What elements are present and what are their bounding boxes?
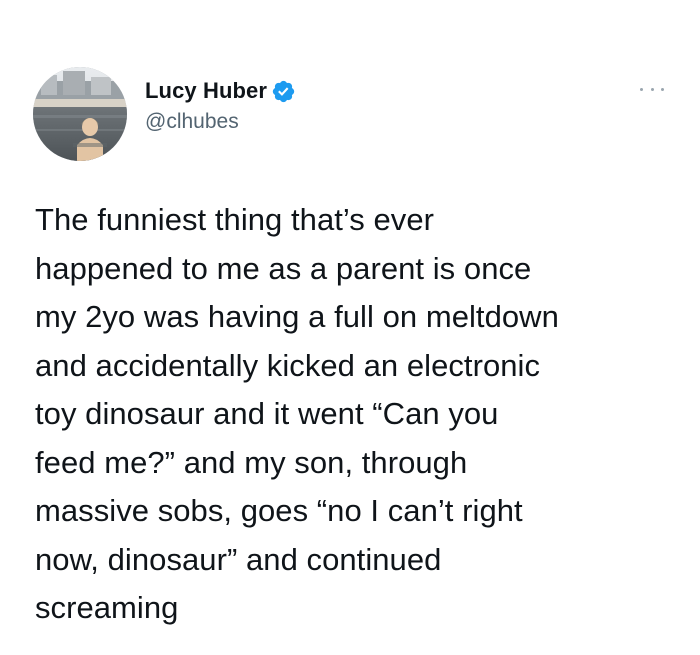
display-name[interactable]: Lucy Huber <box>145 78 267 104</box>
more-options-icon[interactable] <box>640 84 664 94</box>
more-dot <box>650 87 654 91</box>
tweet-card: Lucy Huber @clhubes The funniest thing t… <box>0 0 700 655</box>
author-block: Lucy Huber @clhubes <box>145 76 296 134</box>
handle[interactable]: @clhubes <box>145 110 296 134</box>
verified-badge-icon <box>271 79 296 104</box>
more-dot <box>640 87 643 91</box>
name-row: Lucy Huber <box>145 76 296 106</box>
avatar[interactable] <box>33 67 127 161</box>
more-dot <box>661 87 664 91</box>
tweet-text: The funniest thing that’s ever happened … <box>35 202 559 625</box>
